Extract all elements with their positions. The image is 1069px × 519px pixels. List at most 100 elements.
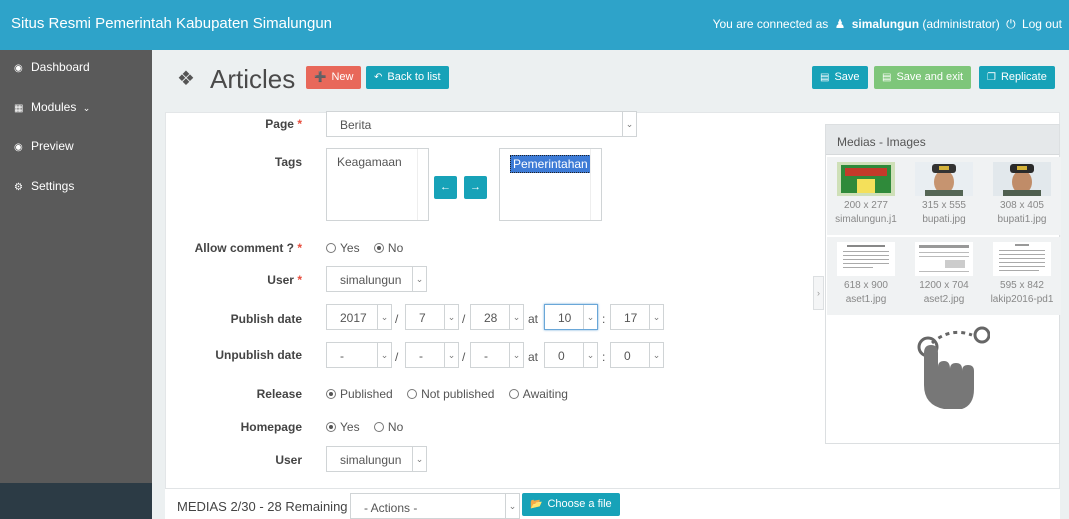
save-exit-label: Save and exit [896,71,964,83]
media-thumb[interactable]: 200 x 277 simalungun.j1 [827,157,905,235]
tags-label: Tags [274,155,302,169]
site-title[interactable]: Situs Resmi Pemerintah Kabupaten Simalun… [11,15,332,32]
scrollbar[interactable] [417,149,428,220]
at-label: at [528,312,539,326]
release-published[interactable]: Published [326,387,393,401]
unpublish-minute-select[interactable]: 0 ⌄ [610,342,664,368]
sidebar-item-settings[interactable]: ⚙ Settings [14,179,74,193]
sidebar-item-label: Preview [31,139,74,153]
radio-button[interactable] [373,422,384,432]
media-image [837,242,895,276]
radio-label: No [387,420,404,434]
sidebar: ◉ Dashboard ▦ Modules ⌄ ◉ Preview ⚙ Settings [0,50,152,519]
chevron-down-icon: ⌄ [412,267,426,291]
unpublish-month-select[interactable]: - ⌄ [405,342,459,368]
move-right-button[interactable]: → [464,176,487,199]
homepage-no[interactable]: No [373,420,404,434]
chevron-down-icon: ⌄ [509,305,523,329]
time-separator: : [602,350,606,364]
radio-label: No [387,241,404,255]
release-not-published[interactable]: Not published [407,387,494,401]
media-actions-select[interactable]: - Actions - ⌄ [350,493,520,519]
unpublish-day-select[interactable]: - ⌄ [470,342,524,368]
media-dims: 308 x 405 [1000,200,1044,211]
homepage-radios: Yes No [326,420,414,434]
radio-button[interactable] [326,243,336,253]
date-separator: / [395,350,399,364]
radio-button[interactable] [326,389,336,399]
publish-month-select[interactable]: 7 ⌄ [405,304,459,330]
medias-collapse-handle[interactable]: › [813,276,824,310]
choose-file-button[interactable]: 📂 Choose a file [522,493,620,516]
sidebar-item-modules[interactable]: ▦ Modules ⌄ [14,100,90,114]
media-thumb[interactable]: 618 x 900 aset1.jpg [827,237,905,315]
media-filename: bupati1.jpg [997,214,1047,225]
top-bar: Situs Resmi Pemerintah Kabupaten Simalun… [0,0,1069,50]
media-image [993,242,1051,276]
radio-button[interactable] [407,389,418,399]
replicate-button[interactable]: ❐ Replicate [979,66,1055,89]
allow-comment-no[interactable]: No [373,241,404,255]
dashboard-icon: ◉ [14,63,23,74]
radio-button[interactable] [508,389,519,399]
move-left-button[interactable]: ← [434,176,457,199]
list-item[interactable]: Keagamaan [337,155,402,169]
sidebar-item-label: Settings [31,179,75,193]
logout-link[interactable]: Log out [1022,17,1062,31]
user-label: User * [267,273,302,287]
homepage-yes[interactable]: Yes [326,420,360,434]
unpublish-hour-select[interactable]: 0 ⌄ [544,342,598,368]
user-select[interactable]: simalungun ⌄ [326,266,427,292]
user2-label: User [275,453,302,467]
media-thumb[interactable]: 308 x 405 bupati1.jpg [983,157,1061,235]
media-dims: 595 x 842 [1000,280,1044,291]
allow-comment-yes[interactable]: Yes [326,241,360,255]
chevron-down-icon: ⌄ [583,305,597,329]
publish-minute-select[interactable]: 17 ⌄ [610,304,664,330]
release-awaiting[interactable]: Awaiting [508,387,568,401]
select-value: 10 [558,311,572,325]
tags-available-list[interactable]: Keagamaan [326,148,429,221]
media-thumb[interactable]: 315 x 555 bupati.jpg [905,157,983,235]
select-value: 2017 [340,311,367,325]
user2-select-value: simalungun [340,453,402,467]
publish-day-select[interactable]: 28 ⌄ [470,304,524,330]
unpublish-date-label: Unpublish date [215,348,302,362]
sidebar-footer [0,483,152,519]
sidebar-item-dashboard[interactable]: ◉ Dashboard [14,60,90,74]
chevron-down-icon: ⌄ [377,343,391,367]
date-separator: / [395,312,399,326]
select-value: 17 [624,311,638,325]
medias-images-panel: Medias - Images 200 x 277 simalungun.j1 … [825,124,1061,444]
tags-selected-list[interactable]: Pemerintahan [499,148,602,221]
new-button[interactable]: ➕ New [306,66,362,89]
publish-hour-select[interactable]: 10 ⌄ [544,304,598,330]
user-select-value: simalungun [340,273,402,287]
power-icon[interactable]: ⏻ [1006,17,1016,32]
unpublish-year-select[interactable]: - ⌄ [326,342,392,368]
scrollbar[interactable] [590,149,601,220]
publish-year-select[interactable]: 2017 ⌄ [326,304,392,330]
arrow-left-icon: ← [440,181,451,193]
save-and-exit-button[interactable]: ▤ Save and exit [874,66,972,89]
media-thumb[interactable]: 595 x 842 lakip2016-pd1 [983,237,1061,315]
media-image [837,162,895,196]
radio-button[interactable] [326,422,336,432]
username[interactable]: simalungun [852,17,919,31]
media-image [993,162,1051,196]
page-select[interactable]: Berita ⌄ [326,111,637,137]
at-label: at [528,350,539,364]
media-thumb[interactable]: 1200 x 704 aset2.jpg [905,237,983,315]
media-image [915,242,973,276]
floppy-icon: ▤ [882,72,892,83]
media-filename: aset1.jpg [845,294,887,305]
user2-select[interactable]: simalungun ⌄ [326,446,427,472]
back-to-list-button[interactable]: ↶ Back to list [366,66,449,89]
folder-open-icon: 📂 [530,499,543,510]
floppy-icon: ▤ [820,72,830,83]
chevron-down-icon: ⌄ [412,447,426,471]
list-item[interactable]: Pemerintahan [510,155,591,173]
save-button[interactable]: ▤ Save [812,66,868,89]
sidebar-item-preview[interactable]: ◉ Preview [14,139,74,153]
radio-button[interactable] [373,243,384,253]
